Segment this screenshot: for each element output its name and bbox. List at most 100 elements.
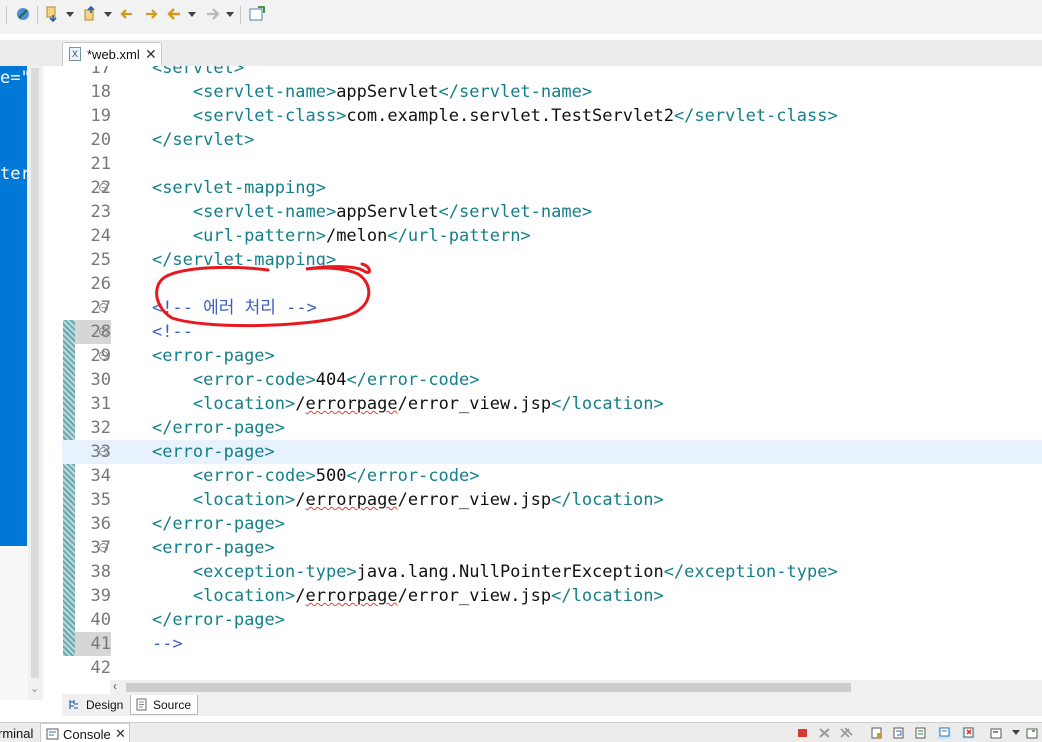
- last-edit-location-icon[interactable]: [118, 5, 136, 23]
- chevron-down-icon[interactable]: [104, 12, 112, 17]
- code-line[interactable]: 32 </error-page>: [62, 416, 1042, 440]
- xml-tag: </error-page>: [151, 610, 286, 630]
- chevron-down-icon[interactable]: [66, 12, 74, 17]
- fold-toggle-icon[interactable]: −: [99, 303, 108, 312]
- scroll-down-arrow-icon[interactable]: ⌄: [30, 682, 39, 695]
- code-line[interactable]: 17 <servlet>: [62, 66, 1042, 80]
- remove-all-launches-icon[interactable]: [840, 727, 853, 739]
- open-console-icon[interactable]: [1026, 727, 1039, 739]
- code-text: <exception-type>java.lang.NullPointerExc…: [111, 560, 838, 584]
- line-number: 23: [90, 202, 111, 222]
- word-wrap-icon[interactable]: [892, 727, 905, 739]
- code-line[interactable]: 33− <error-page>: [62, 440, 1042, 464]
- xml-tag: <error-code>: [192, 466, 316, 486]
- code-line[interactable]: 30 <error-code>404</error-code>: [62, 368, 1042, 392]
- close-icon[interactable]: ✕: [145, 46, 157, 63]
- display-selected-console-icon[interactable]: [990, 727, 1003, 739]
- xml-source-editor[interactable]: 17 <servlet> 18 <servlet-name>appServlet<…: [62, 66, 1042, 682]
- scroll-lock-icon[interactable]: [870, 727, 883, 739]
- code-line[interactable]: 34 <error-code>500</error-code>: [62, 464, 1042, 488]
- line-number: 41: [75, 632, 111, 656]
- tab-source[interactable]: Source: [130, 695, 199, 715]
- code-line[interactable]: 35 <location>/errorpage/error_view.jsp</…: [62, 488, 1042, 512]
- line-number: 18: [90, 82, 111, 102]
- code-line[interactable]: 38 <exception-type>java.lang.NullPointer…: [62, 560, 1042, 584]
- xml-text: com.example.servlet.TestServlet2: [346, 106, 674, 126]
- code-line[interactable]: 41 -->: [62, 632, 1042, 656]
- scroll-left-arrow-icon[interactable]: ‹: [113, 679, 117, 693]
- xml-text: appServlet: [336, 202, 439, 222]
- code-line[interactable]: 22− <servlet-mapping>: [62, 176, 1042, 200]
- code-line[interactable]: 21: [62, 152, 1042, 176]
- run-external-tool-icon[interactable]: [14, 5, 32, 23]
- left-panel-selection[interactable]: e=" ter: [0, 66, 27, 546]
- code-text: <location>/errorpage/error_view.jsp</loc…: [111, 584, 664, 608]
- remove-launch-icon[interactable]: [818, 727, 831, 739]
- terminate-icon[interactable]: [796, 727, 809, 739]
- xml-text: errorpage: [305, 490, 398, 510]
- xml-tag: <error-page>: [151, 346, 275, 366]
- xml-tag: </servlet-class>: [673, 106, 838, 126]
- back-icon[interactable]: [166, 5, 184, 23]
- fold-toggle-icon[interactable]: −: [99, 447, 108, 456]
- editor-horizontal-scrollbar[interactable]: ‹: [110, 679, 1042, 694]
- code-line[interactable]: 19 <servlet-class>com.example.servlet.Te…: [62, 104, 1042, 128]
- code-line[interactable]: 20 </servlet>: [62, 128, 1042, 152]
- code-line[interactable]: 37− <error-page>: [62, 536, 1042, 560]
- fold-toggle-icon[interactable]: −: [99, 327, 108, 336]
- chevron-down-icon[interactable]: [188, 12, 196, 17]
- code-line[interactable]: 23 <servlet-name>appServlet</servlet-nam…: [62, 200, 1042, 224]
- code-line[interactable]: 36 </error-page>: [62, 512, 1042, 536]
- last-edit-forward-icon[interactable]: [142, 5, 160, 23]
- show-console-error-icon[interactable]: [938, 727, 951, 739]
- toolbar-separator: [240, 6, 241, 24]
- xml-text: java.lang.NullPointerException: [356, 562, 664, 582]
- xml-tag: <location>: [192, 586, 296, 606]
- show-console-output-icon[interactable]: [914, 727, 927, 739]
- fold-toggle-icon[interactable]: −: [99, 183, 108, 192]
- fold-toggle-icon[interactable]: −: [99, 543, 108, 552]
- code-line[interactable]: 39 <location>/errorpage/error_view.jsp</…: [62, 584, 1042, 608]
- xml-tag: </servlet-name>: [438, 82, 593, 102]
- tab-source-label: Source: [153, 698, 192, 712]
- xml-tag: <error-page>: [151, 538, 275, 558]
- code-line[interactable]: 29− <error-page>: [62, 344, 1042, 368]
- scrollbar-thumb[interactable]: [31, 68, 39, 678]
- chevron-down-icon[interactable]: [1012, 730, 1020, 735]
- chevron-down-icon[interactable]: [226, 12, 234, 17]
- previous-annotation-icon[interactable]: [82, 5, 100, 23]
- xml-tag: </error-code>: [346, 466, 480, 486]
- xml-tag: <servlet-name>: [192, 82, 337, 102]
- code-text: <error-page>: [111, 344, 275, 368]
- tab-console[interactable]: Console ✕: [40, 723, 130, 742]
- fold-toggle-icon[interactable]: −: [99, 351, 108, 360]
- forward-icon[interactable]: [203, 5, 221, 23]
- code-line[interactable]: 42: [62, 656, 1042, 680]
- code-line[interactable]: 31 <location>/errorpage/error_view.jsp</…: [62, 392, 1042, 416]
- console-icon: [46, 728, 59, 740]
- code-text: </error-page>: [111, 608, 285, 632]
- xml-text: 500: [315, 466, 347, 486]
- close-icon[interactable]: ✕: [115, 726, 126, 742]
- pin-editor-icon[interactable]: [248, 5, 266, 23]
- tab-web-xml[interactable]: X *web.xml ✕: [62, 42, 162, 66]
- pin-console-icon[interactable]: [962, 727, 975, 739]
- tab-terminal[interactable]: rminal: [0, 726, 33, 741]
- tab-design[interactable]: Design: [64, 695, 129, 715]
- xml-tag: <location>: [192, 394, 296, 414]
- code-text: <servlet-name>appServlet</servlet-name>: [111, 200, 592, 224]
- left-panel-vertical-scrollbar[interactable]: [28, 66, 42, 700]
- code-line[interactable]: 24 <url-pattern>/melon</url-pattern>: [62, 224, 1042, 248]
- code-line[interactable]: 18 <servlet-name>appServlet</servlet-nam…: [62, 80, 1042, 104]
- scrollbar-thumb[interactable]: [126, 683, 851, 692]
- code-line[interactable]: 40 </error-page>: [62, 608, 1042, 632]
- next-annotation-icon[interactable]: [44, 5, 62, 23]
